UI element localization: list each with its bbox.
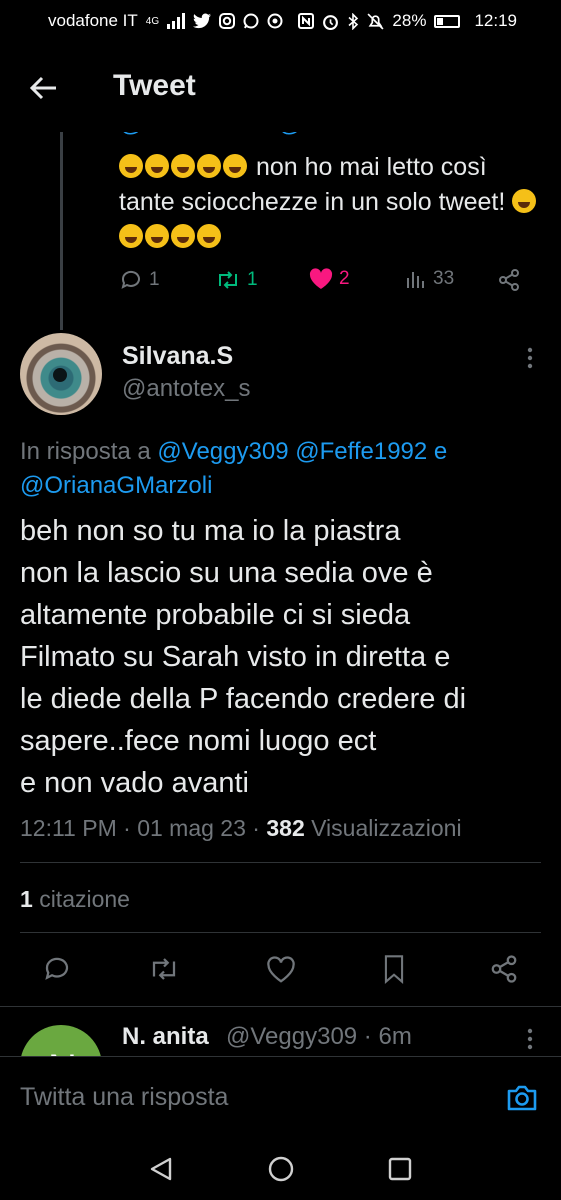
reply-context: In risposta a @Veggy309 @Feffe1992 e @Or… (20, 435, 540, 503)
prev-share-button[interactable] (497, 268, 521, 292)
nav-home-icon[interactable] (267, 1155, 295, 1183)
views-icon (407, 272, 424, 288)
prev-retweet-button[interactable]: 1 (215, 268, 258, 292)
retweet-icon[interactable] (147, 954, 181, 984)
display-name[interactable]: Silvana.S (122, 342, 233, 371)
signal-icon (167, 13, 186, 29)
bluetooth-icon (348, 12, 359, 30)
status-bar: vodafone IT 4G 28% 12:19 (0, 0, 561, 42)
prev-tweet-text: non ho mai letto così tante sciocchezze … (119, 150, 539, 255)
quote-count: 1 (20, 886, 33, 912)
battery-icon (434, 14, 461, 28)
user-handle[interactable]: @Veggy309 (226, 1023, 357, 1050)
clock: 12:19 (474, 11, 517, 30)
divider (0, 1006, 561, 1007)
bookmark-icon[interactable] (382, 954, 406, 984)
prev-like-button[interactable]: 2 (309, 268, 350, 290)
reply-joiner: e (433, 438, 448, 465)
prev-retweet-count: 1 (247, 269, 258, 290)
nav-back-icon[interactable] (148, 1156, 174, 1182)
whatsapp-icon (243, 13, 259, 29)
divider (20, 862, 541, 863)
page-title: Tweet (113, 69, 196, 102)
reply-composer: Twitta una risposta (0, 1056, 561, 1141)
heart-icon[interactable] (266, 956, 296, 984)
nav-recents-icon[interactable] (388, 1157, 412, 1181)
tweet-time: 12:11 PM (20, 815, 117, 841)
status-right: 28% 12:19 (298, 11, 517, 31)
laughing-emoji-icon (145, 224, 169, 248)
divider (20, 932, 541, 933)
thread-line (60, 120, 63, 330)
reply-icon (121, 270, 140, 289)
prev-tweet-actions: 1 1 2 33 (119, 268, 539, 302)
more-options-icon[interactable] (520, 1026, 540, 1052)
top-app-bar: Tweet (0, 42, 561, 132)
quote-count-link[interactable]: 1 citazione (20, 886, 130, 913)
reply-input[interactable]: Twitta una risposta (20, 1083, 228, 1112)
back-arrow-icon[interactable] (28, 72, 60, 104)
camera-app-icon (267, 13, 283, 29)
prev-reply-button[interactable]: 1 (119, 268, 160, 292)
laughing-emoji-icon (171, 224, 195, 248)
laughing-emoji-icon (119, 154, 143, 178)
instagram-icon (219, 13, 236, 29)
share-icon (499, 269, 519, 291)
laughing-emoji-icon (197, 224, 221, 248)
heart-filled-icon (309, 268, 333, 289)
share-icon[interactable] (489, 954, 519, 984)
laughing-emoji-icon (145, 154, 169, 178)
mention-link[interactable]: @Veggy309 (157, 438, 288, 465)
tweet-body: beh non so tu ma io la piastra non la la… (20, 515, 467, 799)
prev-views-count: 33 (433, 268, 455, 289)
laughing-emoji-icon (197, 154, 221, 178)
tweet-age: 6m (378, 1023, 412, 1050)
status-left: vodafone IT 4G (48, 11, 283, 31)
laughing-emoji-icon (119, 224, 143, 248)
tweet-actions (0, 954, 561, 988)
display-name[interactable]: N. anita (122, 1023, 209, 1051)
battery-percent: 28% (392, 11, 427, 30)
mention-link[interactable]: @Feffe1992 (295, 438, 427, 465)
reply-prefix: In risposta a (20, 438, 151, 465)
retweet-icon (219, 271, 237, 289)
twitter-icon (193, 13, 212, 29)
camera-icon[interactable] (505, 1081, 539, 1115)
nfc-icon (298, 13, 315, 29)
system-nav-bar (0, 1140, 561, 1200)
avatar-eye-pupil (53, 368, 67, 382)
laughing-emoji-icon (171, 154, 195, 178)
laughing-emoji-icon (512, 189, 537, 213)
prev-reply-count: 1 (149, 269, 160, 290)
more-options-icon[interactable] (520, 345, 540, 371)
user-handle[interactable]: @antotex_s (122, 375, 250, 403)
reply-icon[interactable] (42, 954, 72, 984)
mention-link[interactable]: @OrianaGMarzoli (20, 472, 212, 499)
quote-label: citazione (39, 886, 130, 912)
reply-meta: @Veggy309 · 6m (226, 1023, 412, 1050)
tweet-meta: 12:11 PM · 01 mag 23 · 382 Visualizzazio… (20, 815, 462, 841)
prev-like-count: 2 (339, 268, 350, 289)
prev-views-button[interactable]: 33 (405, 268, 454, 290)
laughing-emoji-icon (223, 154, 247, 178)
views-label: Visualizzazioni (311, 815, 462, 841)
mute-icon (367, 12, 384, 30)
tweet-date: 01 mag 23 (137, 815, 246, 841)
laughing-emoji-group (119, 153, 249, 181)
network-label: 4G (145, 15, 160, 27)
alarm-icon (323, 14, 339, 30)
carrier-label: vodafone IT (48, 11, 138, 30)
views-count: 382 (266, 815, 305, 841)
